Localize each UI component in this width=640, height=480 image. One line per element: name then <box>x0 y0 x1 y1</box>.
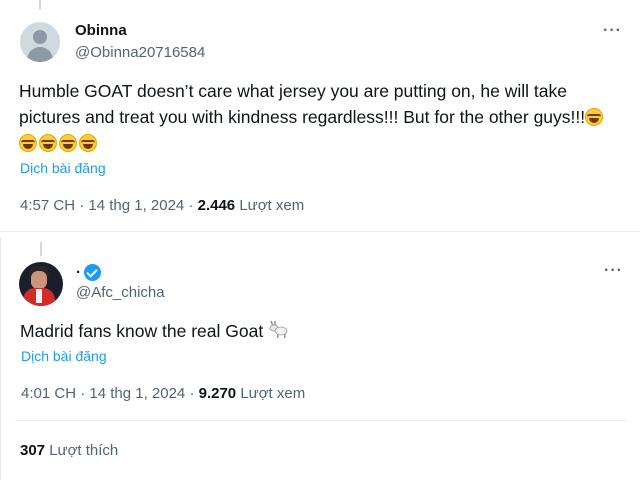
tweet-meta: 4:01 CH · 14 thg 1, 2024 · 9.270 Lượt xe… <box>21 385 305 402</box>
view-count: 2.446 <box>197 197 236 214</box>
avatar[interactable] <box>20 22 60 62</box>
translate-post-link[interactable]: Dịch bài đăng <box>21 348 107 364</box>
translate-post-link[interactable]: Dịch bài đăng <box>20 160 106 176</box>
tweet-text: Madrid fans know the real Goat <box>20 318 620 344</box>
tweet-text: Humble GOAT doesn’t care what jersey you… <box>19 78 619 156</box>
view-label: Lượt xem <box>235 197 305 214</box>
tweet-timestamp[interactable]: 4:57 CH · 14 thg 1, 2024 · <box>20 197 198 214</box>
display-name[interactable]: Obinna <box>75 22 127 39</box>
display-name[interactable]: . <box>76 260 80 277</box>
likes-label: Lượt thích <box>45 442 119 459</box>
thread-line <box>39 0 41 10</box>
avatar[interactable] <box>19 262 63 306</box>
tweet-meta: 4:57 CH · 14 thg 1, 2024 · 2.446 Lượt xe… <box>20 197 304 214</box>
user-handle[interactable]: @Afc_chicha <box>76 284 165 301</box>
likes-number: 307 <box>20 442 46 459</box>
more-icon[interactable]: ··· <box>604 262 623 280</box>
more-icon[interactable]: ··· <box>603 22 622 40</box>
verified-badge-icon <box>84 264 101 281</box>
tweet-card-1[interactable]: Obinna @Obinna20716584 ··· Humble GOAT d… <box>0 0 640 232</box>
user-handle[interactable]: @Obinna20716584 <box>75 44 205 61</box>
divider <box>15 420 627 421</box>
tweet-text-content: Humble GOAT doesn’t care what jersey you… <box>19 81 586 127</box>
tweet-timestamp[interactable]: 4:01 CH · 14 thg 1, 2024 · <box>21 385 199 402</box>
view-label: Lượt xem <box>236 385 306 402</box>
tweet-card-2[interactable]: . @Afc_chicha ··· Madrid fans know the r… <box>0 238 640 480</box>
tweet-text-content: Madrid fans know the real Goat <box>20 321 264 341</box>
goat-emoji <box>269 320 288 338</box>
likes-count[interactable]: 307 Lượt thích <box>20 442 118 459</box>
view-count: 9.270 <box>198 385 237 402</box>
thread-line <box>40 242 42 256</box>
